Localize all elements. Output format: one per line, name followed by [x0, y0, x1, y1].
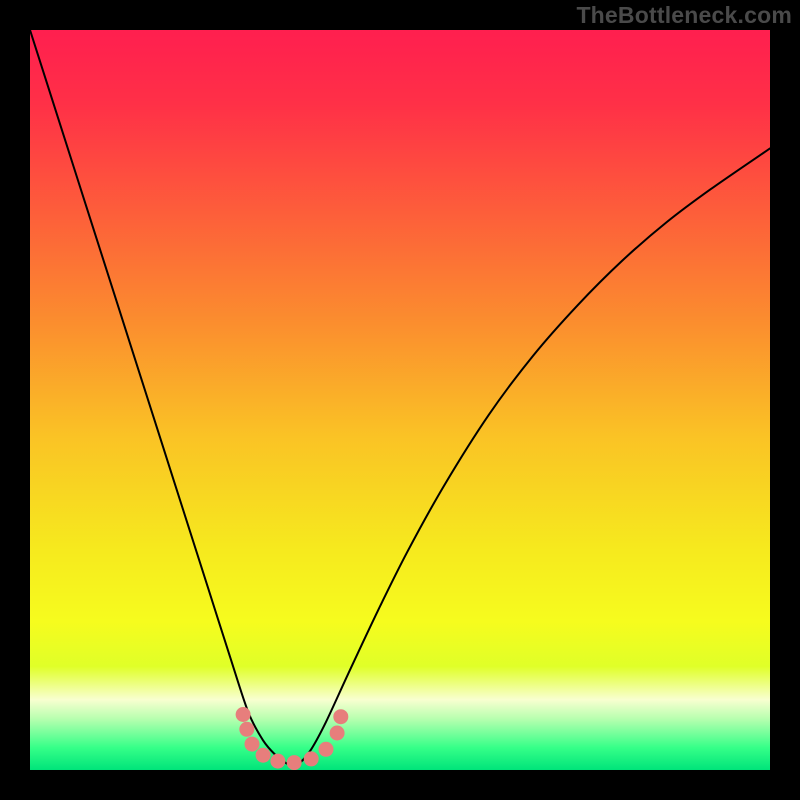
chart-frame: TheBottleneck.com	[0, 0, 800, 800]
curve-marker-dot	[287, 755, 302, 770]
curve-marker-dot	[236, 707, 251, 722]
curve-layer	[30, 30, 770, 770]
curve-marker-dot	[245, 737, 260, 752]
watermark-text: TheBottleneck.com	[576, 2, 792, 29]
curve-marker-dot	[304, 751, 319, 766]
curve-marker-dot	[270, 754, 285, 769]
curve-marker-dot	[333, 709, 348, 724]
plot-area	[30, 30, 770, 770]
curve-markers	[236, 707, 349, 770]
bottleneck-curve	[30, 30, 770, 766]
curve-marker-dot	[319, 742, 334, 757]
curve-marker-dot	[239, 722, 254, 737]
curve-marker-dot	[256, 748, 271, 763]
curve-marker-dot	[330, 726, 345, 741]
